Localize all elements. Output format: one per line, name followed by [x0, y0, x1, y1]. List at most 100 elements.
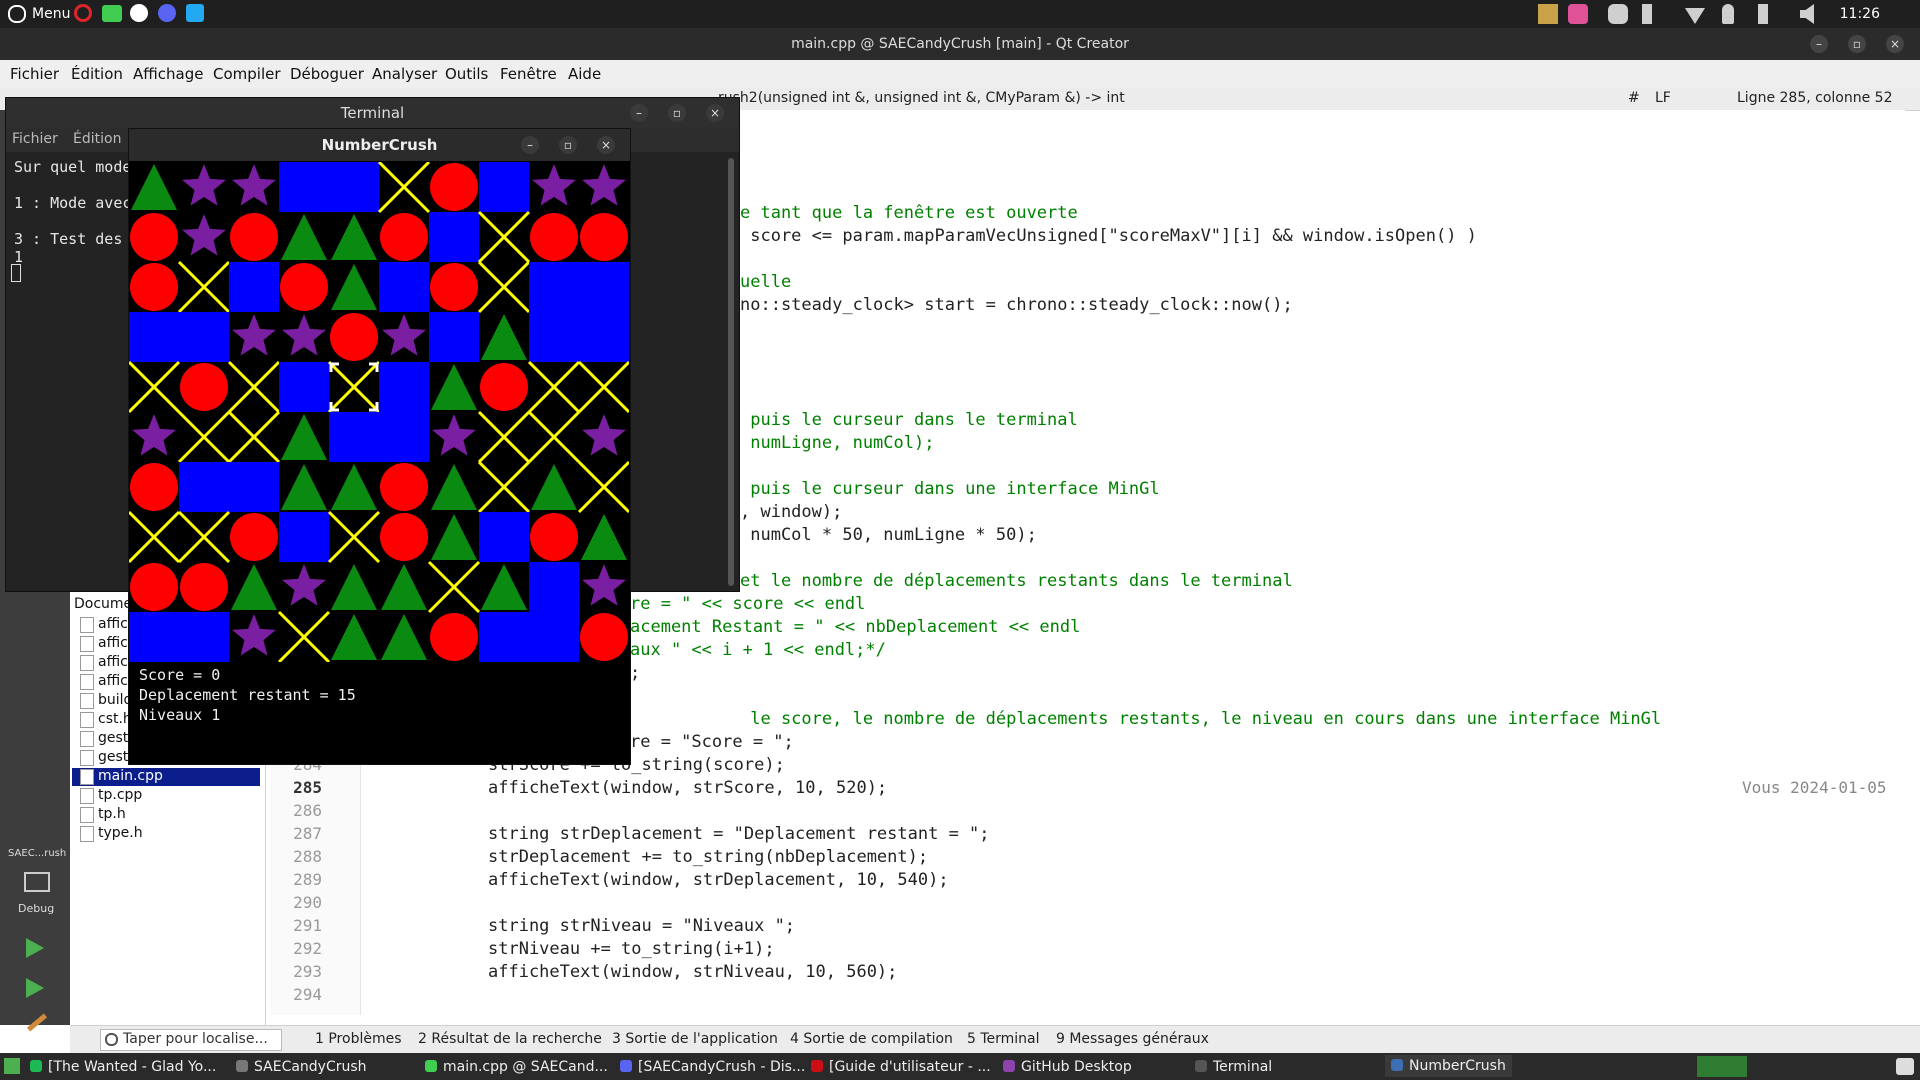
triangle-tile[interactable] [381, 564, 427, 610]
star-tile[interactable] [232, 614, 276, 656]
monitor-icon[interactable] [1538, 4, 1558, 24]
taskbar-item[interactable]: NumberCrush [1385, 1055, 1512, 1077]
circle-tile[interactable] [130, 463, 178, 511]
triangle-tile[interactable] [581, 514, 627, 560]
line-ending-selector[interactable]: LF [1655, 90, 1671, 106]
square-tile[interactable] [579, 262, 629, 312]
square-tile[interactable] [329, 412, 379, 462]
cross-tile[interactable] [177, 260, 231, 314]
clock[interactable]: 11:26 [1840, 6, 1880, 22]
taskbar-item[interactable]: GitHub Desktop [1003, 1059, 1132, 1075]
menu-deboguer[interactable]: Déboguer [290, 65, 364, 83]
square-tile[interactable] [529, 562, 579, 612]
square-tile[interactable] [529, 612, 579, 662]
square-tile[interactable] [479, 512, 529, 562]
square-tile[interactable] [279, 512, 329, 562]
menu-fichier[interactable]: Fichier [10, 65, 59, 83]
terminal-output[interactable]: Sur quel mode 1 : Mode avec 3 : Test des e… [14, 158, 140, 266]
battery-icon[interactable] [1758, 4, 1768, 24]
star-tile[interactable] [282, 564, 326, 606]
square-tile[interactable] [279, 162, 329, 212]
function-selector[interactable]: rush2(unsigned int &, unsigned int &, CM… [718, 90, 1125, 106]
show-desktop-button[interactable] [4, 1058, 20, 1074]
tab-messages-generaux[interactable]: 9 Messages généraux [1056, 1031, 1209, 1047]
cursor-position[interactable]: Ligne 285, colonne 52 [1737, 90, 1892, 106]
square-tile[interactable] [179, 612, 229, 662]
menu-analyser[interactable]: Analyser [372, 65, 437, 83]
menu-edition[interactable]: Édition [71, 65, 123, 83]
cross-tile[interactable] [129, 360, 181, 414]
star-tile[interactable] [582, 164, 626, 206]
cross-tile[interactable] [327, 360, 381, 414]
triangle-tile[interactable] [531, 464, 577, 510]
circle-tile[interactable] [430, 263, 478, 311]
terminal-menu-fichier[interactable]: Fichier [12, 131, 58, 147]
circle-tile[interactable] [530, 513, 578, 561]
circle-tile[interactable] [180, 363, 228, 411]
build-hammer-icon[interactable] [26, 1013, 48, 1032]
cross-tile[interactable] [477, 260, 531, 314]
github-desktop-icon[interactable] [130, 4, 148, 22]
debug-run-icon[interactable] [26, 978, 44, 998]
triangle-tile[interactable] [331, 214, 377, 260]
tab-sortie-compilation[interactable]: 4 Sortie de compilation [790, 1031, 953, 1047]
circle-tile[interactable] [380, 213, 428, 261]
discord-tray-icon[interactable] [1608, 4, 1628, 24]
circle-tile[interactable] [230, 213, 278, 261]
menu-outils[interactable]: Outils [445, 65, 488, 83]
circle-tile[interactable] [430, 613, 478, 661]
numbercrush-window[interactable]: NumberCrush – ▫ × Score = 0 Deplacement … [128, 128, 631, 765]
locator-input-box[interactable]: Taper pour localise... [100, 1029, 282, 1051]
star-tile[interactable] [232, 164, 276, 206]
star-tile[interactable] [532, 164, 576, 206]
triangle-tile[interactable] [281, 414, 327, 460]
qt-creator-icon[interactable] [102, 5, 122, 22]
star-tile[interactable] [132, 414, 176, 456]
cross-tile[interactable] [427, 560, 481, 614]
triangle-tile[interactable] [431, 514, 477, 560]
circle-tile[interactable] [480, 363, 528, 411]
cross-tile[interactable] [227, 360, 281, 414]
tab-terminal[interactable]: 5 Terminal [967, 1031, 1040, 1047]
file-item[interactable]: tp.cpp [72, 787, 260, 805]
terminal-minimize-button[interactable]: – [630, 104, 648, 122]
menu-aide[interactable]: Aide [568, 65, 601, 83]
star-tile[interactable] [282, 314, 326, 356]
nightlight-icon[interactable] [1568, 4, 1588, 24]
taskbar-item[interactable]: Terminal [1195, 1059, 1272, 1075]
circle-tile[interactable] [580, 213, 628, 261]
cross-tile[interactable] [277, 610, 331, 662]
square-tile[interactable] [179, 312, 229, 362]
triangle-tile[interactable] [381, 614, 427, 660]
cross-tile[interactable] [577, 460, 629, 514]
terminal-menu-edition[interactable]: Édition [73, 131, 121, 147]
square-tile[interactable] [479, 162, 529, 212]
circle-tile[interactable] [380, 463, 428, 511]
taskbar-item[interactable]: [SAECandyCrush - Dis... [620, 1059, 805, 1075]
wifi-icon[interactable] [1685, 8, 1705, 24]
triangle-tile[interactable] [481, 564, 527, 610]
star-tile[interactable] [582, 414, 626, 456]
close-button[interactable]: × [1886, 35, 1904, 53]
triangle-tile[interactable] [331, 614, 377, 660]
circle-tile[interactable] [180, 563, 228, 611]
square-tile[interactable] [279, 362, 329, 412]
triangle-tile[interactable] [331, 564, 377, 610]
square-tile[interactable] [179, 462, 229, 512]
nc-close-button[interactable]: × [597, 136, 615, 154]
nc-maximize-button[interactable]: ▫ [559, 136, 577, 154]
star-tile[interactable] [232, 314, 276, 356]
taskbar-item[interactable]: [Guide d'utilisateur - ... [811, 1059, 991, 1075]
triangle-tile[interactable] [481, 314, 527, 360]
cross-tile[interactable] [527, 360, 581, 414]
cross-tile[interactable] [227, 410, 281, 464]
cross-tile[interactable] [527, 410, 581, 464]
circle-tile[interactable] [380, 513, 428, 561]
triangle-tile[interactable] [331, 464, 377, 510]
taskbar-item[interactable]: SAECandyCrush [236, 1059, 367, 1075]
notification-icon[interactable] [1722, 4, 1734, 24]
circle-tile[interactable] [130, 563, 178, 611]
square-tile[interactable] [429, 212, 479, 262]
taskbar-item[interactable]: [The Wanted - Glad Yo... [30, 1059, 216, 1075]
square-tile[interactable] [429, 312, 479, 362]
